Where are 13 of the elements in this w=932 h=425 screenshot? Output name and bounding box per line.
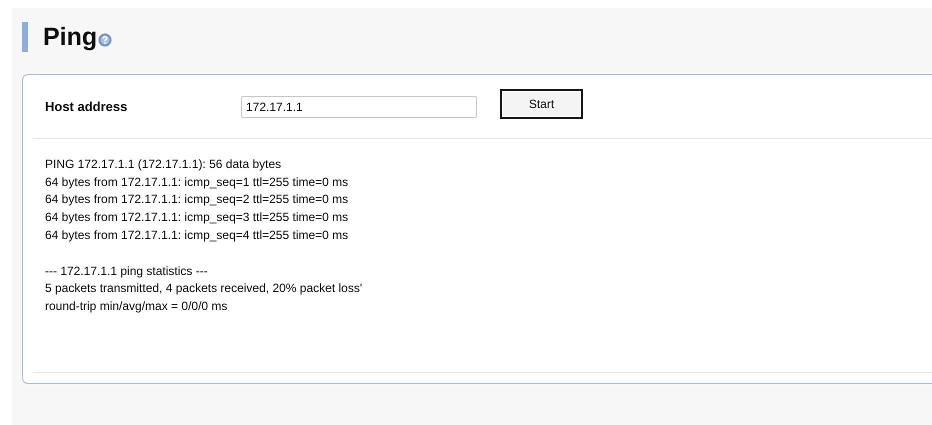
host-address-field[interactable]: 172.17.1.1 bbox=[241, 96, 477, 118]
start-button[interactable]: Start bbox=[500, 88, 583, 118]
output-line: 64 bytes from 172.17.1.1: icmp_seq=3 ttl=255 time=0 ms bbox=[45, 209, 348, 226]
output-line: 5 packets transmitted, 4 packets received, 20% packet loss' bbox=[45, 280, 362, 298]
output-line: --- 172.17.1.1 ping statistics --- bbox=[45, 262, 208, 280]
output-line: PING 172.17.1.1 (172.17.1.1): 56 data bytes bbox=[45, 156, 282, 173]
help-icon[interactable] bbox=[98, 33, 112, 47]
output-line: 64 bytes from 172.17.1.1: icmp_seq=2 ttl=255 time=0 ms bbox=[45, 191, 348, 208]
page-title: Ping bbox=[43, 22, 98, 52]
output-line: 64 bytes from 172.17.1.1: icmp_seq=1 ttl=255 time=0 ms bbox=[45, 174, 348, 191]
output-line: round-trip min/avg/max = 0/0/0 ms bbox=[45, 298, 228, 315]
output-line: 64 bytes from 172.17.1.1: icmp_seq=4 ttl=255 time=0 ms bbox=[45, 226, 348, 244]
host-address-label: Host address bbox=[44, 99, 128, 114]
